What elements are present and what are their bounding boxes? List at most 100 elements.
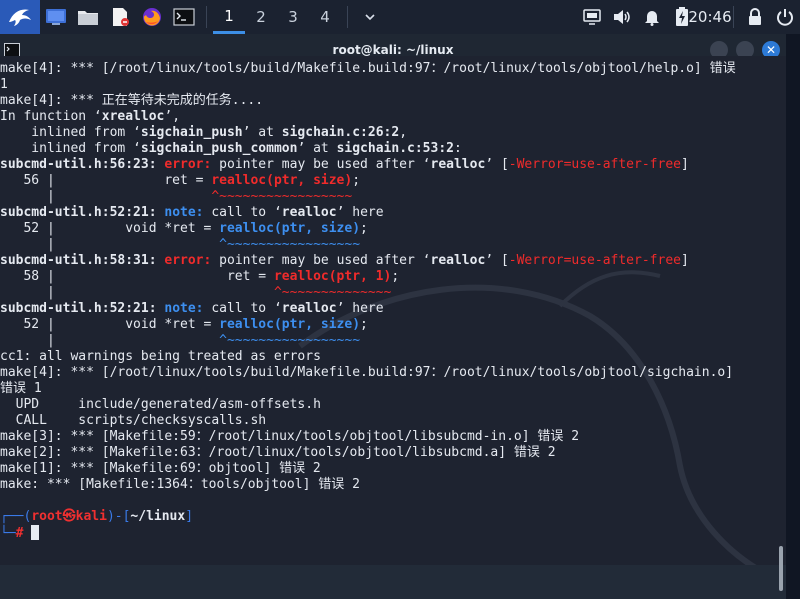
terminal-button[interactable] (168, 0, 200, 34)
terminal-text: realloc (281, 205, 337, 220)
volume-icon (614, 10, 630, 24)
terminal-text: realloc (430, 253, 486, 268)
close-icon: ✕ (765, 43, 777, 57)
terminal-text: ’ here (336, 301, 384, 316)
terminal-text: realloc(ptr, 1) (273, 269, 392, 284)
terminal-text: , (399, 125, 408, 140)
workspace-4[interactable]: 4 (309, 0, 341, 34)
prompt-input-line[interactable]: └─# (0, 525, 776, 541)
power-icon (777, 9, 793, 26)
terminal-text: subcmd-util.h:52:21: (0, 205, 165, 220)
terminal-text: subcmd-util.h:56:23: (0, 157, 165, 172)
terminal-text: sigchain_push (140, 125, 243, 140)
clock[interactable]: 20:46 (688, 0, 731, 34)
firefox-button[interactable] (136, 0, 168, 34)
scrollbar-thumb[interactable] (779, 546, 783, 591)
terminal-text: inlined from ‘ (0, 141, 141, 156)
terminal-text: CALL scripts/checksyscalls.sh (0, 413, 267, 428)
terminal-text: pointer may be used after ‘ (219, 157, 431, 172)
terminal-icon (173, 8, 195, 26)
terminal-text: realloc(ptr, size) (219, 317, 361, 332)
terminal-text: ] (680, 253, 689, 268)
terminal-text: note: (164, 205, 212, 220)
terminal-text: -Werror=use-after-free (508, 157, 681, 172)
firefox-icon (143, 8, 161, 26)
terminal-line: make: *** [Makefile:1364：tools/objtool] … (0, 477, 776, 493)
terminal-text: make[4]: *** 正在等待未完成的任务.... (0, 93, 264, 108)
terminal-line: 58 | ret = realloc(ptr, 1); (0, 269, 776, 285)
text-cursor (31, 525, 40, 540)
terminal-line: 错误 1 (0, 381, 776, 397)
prompt-line: ┌──(root㉿kali)-[~/linux] (0, 509, 776, 525)
terminal-text: UPD include/generated/asm-offsets.h (0, 397, 321, 412)
terminal-text: ] (680, 157, 689, 172)
lock-icon (749, 8, 761, 25)
terminal-text: ’ at (242, 125, 282, 140)
window-list-button[interactable] (354, 0, 386, 34)
terminal-line: make[3]: *** [Makefile:59：/root/linux/to… (0, 429, 776, 445)
file-manager-button[interactable] (72, 0, 104, 34)
display-button[interactable] (577, 0, 607, 34)
terminal-text: ; (352, 173, 361, 188)
chevron-down-icon (365, 14, 375, 21)
terminal-text: -Werror=use-after-free (508, 253, 681, 268)
terminal-text: realloc (430, 157, 486, 172)
terminal-text: call to ‘ (211, 301, 282, 316)
terminal-text: | (0, 285, 274, 300)
terminal-text: realloc(ptr, size) (211, 173, 353, 188)
terminal-text: ; (360, 317, 368, 332)
power-button[interactable] (770, 0, 800, 34)
terminal-text: realloc(ptr, size) (219, 221, 361, 236)
terminal-line: make[1]: *** [Makefile:69：objtool] 错误 2 (0, 461, 776, 477)
workspace-1[interactable]: 1 (213, 0, 245, 34)
prompt-user: root㉿kali (31, 509, 107, 524)
workspace-switcher-icon (46, 9, 66, 25)
terminal-line: UPD include/generated/asm-offsets.h (0, 397, 776, 413)
terminal-text: realloc (281, 301, 337, 316)
terminal-text: 52 | void *ret = (0, 317, 220, 332)
terminal-text: ; (391, 269, 400, 284)
terminal-line: 52 | void *ret = realloc(ptr, size); (0, 221, 776, 237)
workspace-switcher-button[interactable] (40, 0, 72, 34)
terminal-text: ^~~~~~~~~~~~~~~~~~ (219, 333, 361, 348)
workspace-2[interactable]: 2 (245, 0, 277, 34)
terminal-text: make[1]: *** [Makefile:69：objtool] 错误 2 (0, 461, 321, 476)
desktop-edge (786, 34, 800, 599)
notifications-button[interactable] (637, 0, 667, 34)
terminal-scrollbar[interactable] (776, 56, 786, 591)
terminal-text: subcmd-util.h:58:31: (0, 253, 165, 268)
terminal-text: 1 (0, 77, 8, 92)
panel-separator (347, 6, 348, 28)
terminal-line: CALL scripts/checksyscalls.sh (0, 413, 776, 429)
terminal-text: ; (360, 221, 368, 236)
file-manager-icon (78, 11, 98, 25)
terminal-line: subcmd-util.h:52:21: note: call to ‘real… (0, 205, 776, 221)
workspace-3[interactable]: 3 (277, 0, 309, 34)
prompt-second: └─ (0, 526, 16, 541)
terminal-text: subcmd-util.h:52:21: (0, 301, 165, 316)
terminal-output[interactable]: make[4]: *** [/root/linux/tools/build/Ma… (0, 56, 776, 565)
terminal-text: 错误 1 (0, 381, 42, 396)
terminal-line: make[4]: *** 正在等待未完成的任务.... (0, 93, 776, 109)
terminal-text: 58 | ret = (0, 269, 274, 284)
terminal-text: make[4]: *** [/root/linux/tools/build/Ma… (0, 365, 734, 380)
terminal-line: make[4]: *** [/root/linux/tools/build/Ma… (0, 365, 776, 381)
terminal-text: cc1: all warnings being treated as error… (0, 349, 321, 364)
terminal-line: subcmd-util.h:52:21: note: call to ‘real… (0, 301, 776, 317)
volume-button[interactable] (607, 0, 637, 34)
lock-screen-button[interactable] (740, 0, 770, 34)
battery-icon (676, 7, 688, 26)
terminal-line: | ^~~~~~~~~~~~~~~~~~ (0, 237, 776, 253)
terminal-line: make[2]: *** [Makefile:63：/root/linux/to… (0, 445, 776, 461)
kali-menu-button[interactable] (0, 0, 40, 34)
prompt-close: ] (185, 509, 194, 524)
display-icon (583, 9, 601, 25)
terminal-text: ’ at (297, 141, 337, 156)
terminal-line: inlined from ‘sigchain_push’ at sigchain… (0, 125, 776, 141)
terminal-text: ^~~~~~~~~~~~~~~ (273, 285, 392, 300)
terminal-line: 52 | void *ret = realloc(ptr, size); (0, 317, 776, 333)
terminal-text: sigchain_push_common (140, 141, 298, 156)
top-panel: 1 2 3 4 20:46 (0, 0, 800, 34)
text-editor-button[interactable] (104, 0, 136, 34)
terminal-text: make[3]: *** [Makefile:59：/root/linux/to… (0, 429, 580, 444)
